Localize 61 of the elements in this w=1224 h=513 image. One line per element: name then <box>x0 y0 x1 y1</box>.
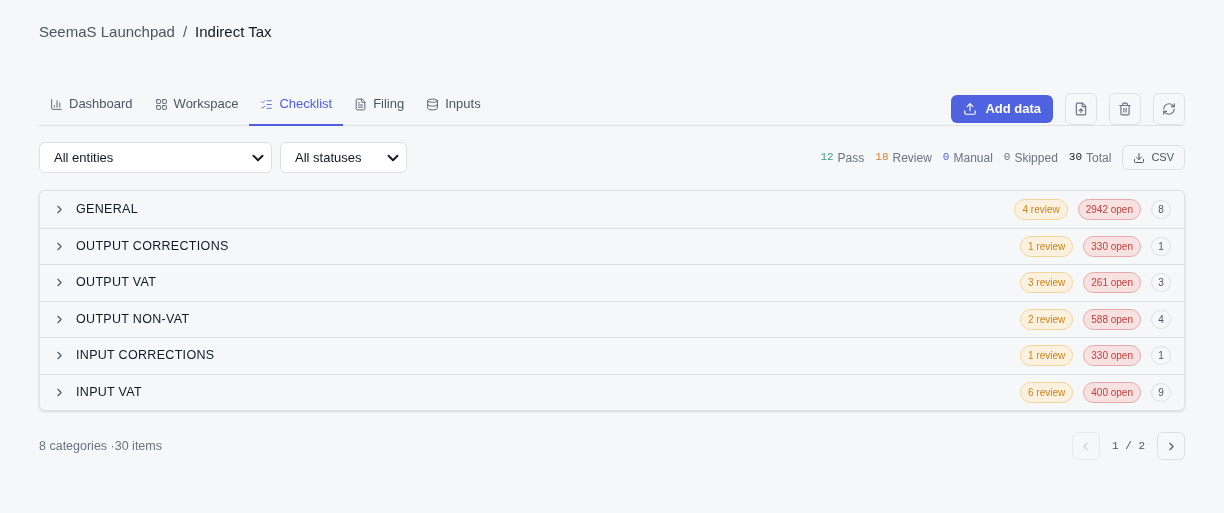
stat-count: 12 <box>820 150 834 166</box>
review-badge: 1 review <box>1020 345 1074 367</box>
review-badge: 6 review <box>1020 381 1074 403</box>
category-row[interactable]: INPUT VAT 6 review 400 open 9 <box>40 373 1184 410</box>
category-name: OUTPUT CORRECTIONS <box>76 237 229 255</box>
checklist-icon <box>260 97 274 111</box>
stat-label: Total <box>1086 149 1112 167</box>
grid-icon <box>154 97 168 111</box>
refresh-button[interactable] <box>1153 93 1185 125</box>
bar-chart-icon <box>50 97 63 111</box>
refresh-icon <box>1162 102 1176 116</box>
page-indicator: 1 / 2 <box>1112 438 1145 454</box>
stat-count: 18 <box>875 150 889 166</box>
open-badge: 588 open <box>1083 308 1141 330</box>
csv-button[interactable]: CSV <box>1122 145 1185 170</box>
category-name: OUTPUT NON-VAT <box>76 310 190 328</box>
stat-count: 0 <box>1003 150 1011 166</box>
stat-count: 0 <box>942 150 950 166</box>
open-badge: 330 open <box>1083 235 1141 257</box>
tab[interactable]: Dashboard <box>39 94 144 126</box>
tab[interactable]: Workspace <box>143 94 250 126</box>
category-name: OUTPUT VAT <box>76 274 157 292</box>
add-data-button[interactable]: Add data <box>951 95 1053 123</box>
review-badge: 1 review <box>1020 235 1074 257</box>
document-icon <box>354 97 368 111</box>
filter-select[interactable]: All statuses <box>280 142 407 173</box>
category-name: GENERAL <box>76 200 138 218</box>
trash-icon <box>1118 102 1132 116</box>
review-badge: 2 review <box>1020 308 1074 330</box>
upload-icon <box>963 102 978 116</box>
upload-file-button[interactable] <box>1065 93 1097 125</box>
stat-label: Manual <box>953 149 993 167</box>
stat-label: Pass <box>837 149 865 167</box>
category-row[interactable]: OUTPUT CORRECTIONS 1 review 330 open 1 <box>40 227 1184 264</box>
delete-button[interactable] <box>1109 93 1141 125</box>
category-row[interactable]: INPUT CORRECTIONS 1 review 330 open 1 <box>40 337 1184 374</box>
open-badge: 2942 open <box>1077 198 1141 220</box>
review-badge: 4 review <box>1014 198 1068 220</box>
tab[interactable]: Filing <box>343 94 416 126</box>
page-title: Indirect Tax <box>195 21 272 42</box>
stat-label: Skipped <box>1014 149 1058 167</box>
open-badge: 330 open <box>1083 345 1141 367</box>
database-icon <box>426 97 440 111</box>
category-name: INPUT CORRECTIONS <box>76 347 215 365</box>
category-name: INPUT VAT <box>76 383 142 401</box>
stat-label: Review <box>892 149 932 167</box>
stat-count: 30 <box>1068 150 1082 166</box>
file-upload-icon <box>1074 102 1088 116</box>
tab[interactable]: Inputs <box>415 94 492 126</box>
tab[interactable]: Checklist <box>249 94 344 126</box>
category-row[interactable]: GENERAL 4 review 2942 open 8 <box>40 191 1184 228</box>
open-badge: 261 open <box>1083 272 1141 294</box>
review-badge: 3 review <box>1020 272 1074 294</box>
category-row[interactable]: OUTPUT VAT 3 review 261 open 3 <box>40 264 1184 301</box>
breadcrumb-separator: / <box>182 21 188 42</box>
footer-summary: 8 categories ·30 items <box>39 437 162 455</box>
category-row[interactable]: OUTPUT NON-VAT 2 review 588 open 4 <box>40 300 1184 337</box>
filter-select[interactable]: All entities <box>39 142 272 173</box>
breadcrumb-link[interactable]: SeemaS Launchpad <box>39 20 175 44</box>
open-badge: 400 open <box>1083 381 1141 403</box>
download-icon <box>1133 151 1146 164</box>
